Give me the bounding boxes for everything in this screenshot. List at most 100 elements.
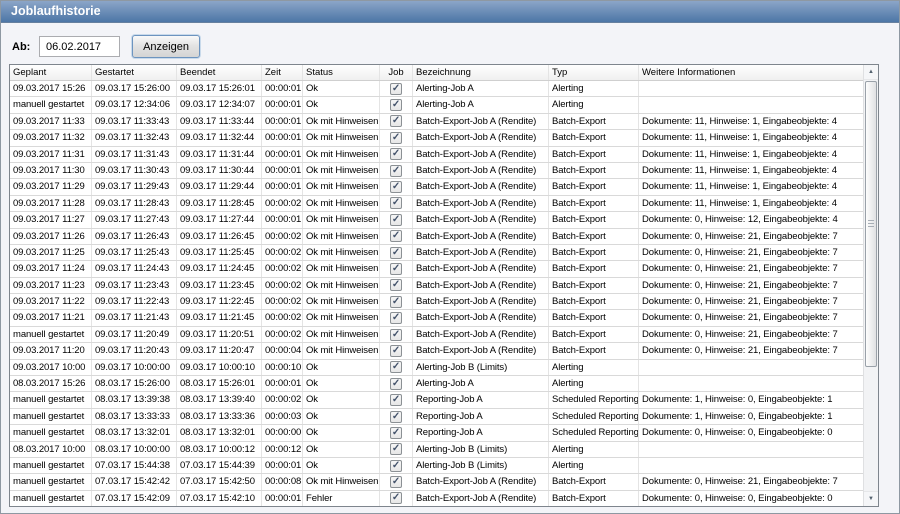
table-row[interactable]: manuell gestartet08.03.17 13:39:3808.03.… [10, 392, 863, 408]
job-checkbox[interactable]: ✓ [390, 345, 402, 357]
cell-status: Ok mit Hinweisen [303, 245, 380, 260]
table-row[interactable]: 09.03.2017 11:2509.03.17 11:25:4309.03.1… [10, 245, 863, 261]
job-checkbox[interactable]: ✓ [390, 427, 402, 439]
cell-typ: Alerting [549, 442, 639, 457]
job-checkbox[interactable]: ✓ [390, 394, 402, 406]
scrollbar-thumb[interactable] [865, 81, 877, 367]
cell-bezeichnung: Batch-Export-Job A (Rendite) [413, 261, 549, 276]
table-row[interactable]: manuell gestartet07.03.17 15:44:3807.03.… [10, 458, 863, 474]
job-checkbox[interactable]: ✓ [390, 411, 402, 423]
cell-bezeichnung: Batch-Export-Job A (Rendite) [413, 278, 549, 293]
cell-info: Dokumente: 0, Hinweise: 21, Eingabeobjek… [639, 245, 863, 260]
cell-typ: Batch-Export [549, 294, 639, 309]
table-row[interactable]: manuell gestartet07.03.17 15:42:0907.03.… [10, 491, 863, 506]
cell-typ: Alerting [549, 458, 639, 473]
table-row[interactable]: 09.03.2017 11:2209.03.17 11:22:4309.03.1… [10, 294, 863, 310]
cell-bezeichnung: Batch-Export-Job A (Rendite) [413, 229, 549, 244]
job-checkbox[interactable]: ✓ [390, 476, 402, 488]
column-header-status[interactable]: Status [303, 65, 380, 80]
table-row[interactable]: 09.03.2017 11:2009.03.17 11:20:4309.03.1… [10, 343, 863, 359]
cell-typ: Scheduled Reporting [549, 409, 639, 424]
table-body: 09.03.2017 15:2609.03.17 15:26:0009.03.1… [10, 81, 863, 506]
vertical-scrollbar[interactable]: ▲ ▼ [863, 65, 878, 506]
table-row[interactable]: 09.03.2017 11:2309.03.17 11:23:4309.03.1… [10, 278, 863, 294]
cell-bezeichnung: Batch-Export-Job A (Rendite) [413, 294, 549, 309]
cell-job: ✓ [380, 360, 413, 375]
column-header-geplant[interactable]: Geplant [10, 65, 92, 80]
job-checkbox[interactable]: ✓ [390, 165, 402, 177]
job-checkbox[interactable]: ✓ [390, 132, 402, 144]
job-checkbox[interactable]: ✓ [390, 148, 402, 160]
column-header-info[interactable]: Weitere Informationen [639, 65, 863, 80]
job-checkbox[interactable]: ✓ [390, 378, 402, 390]
job-checkbox[interactable]: ✓ [390, 115, 402, 127]
job-checkbox[interactable]: ✓ [390, 214, 402, 226]
table-row[interactable]: 09.03.2017 11:3009.03.17 11:30:4309.03.1… [10, 163, 863, 179]
table-row[interactable]: 08.03.2017 10:0008.03.17 10:00:0008.03.1… [10, 442, 863, 458]
scroll-down-icon[interactable]: ▼ [864, 491, 878, 506]
job-checkbox[interactable]: ✓ [390, 279, 402, 291]
cell-typ: Batch-Export [549, 343, 639, 358]
cell-status: Ok mit Hinweisen [303, 278, 380, 293]
cell-info: Dokumente: 0, Hinweise: 21, Eingabeobjek… [639, 310, 863, 325]
table-row[interactable]: manuell gestartet09.03.17 11:20:4909.03.… [10, 327, 863, 343]
table-row[interactable]: 09.03.2017 10:0009.03.17 10:00:0009.03.1… [10, 360, 863, 376]
job-checkbox[interactable]: ✓ [390, 99, 402, 111]
table-row[interactable]: 09.03.2017 11:2109.03.17 11:21:4309.03.1… [10, 310, 863, 326]
cell-status: Ok mit Hinweisen [303, 310, 380, 325]
column-header-typ[interactable]: Typ [549, 65, 639, 80]
job-checkbox[interactable]: ✓ [390, 492, 402, 504]
cell-status: Ok [303, 81, 380, 96]
job-checkbox[interactable]: ✓ [390, 329, 402, 341]
cell-typ: Batch-Export [549, 261, 639, 276]
table-row[interactable]: 09.03.2017 11:2809.03.17 11:28:4309.03.1… [10, 196, 863, 212]
cell-beendet: 09.03.17 10:00:10 [177, 360, 262, 375]
cell-job: ✓ [380, 278, 413, 293]
table-row[interactable]: 09.03.2017 11:3109.03.17 11:31:4309.03.1… [10, 147, 863, 163]
cell-gestartet: 09.03.17 11:20:49 [92, 327, 177, 342]
table-row[interactable]: 09.03.2017 15:2609.03.17 15:26:0009.03.1… [10, 81, 863, 97]
job-checkbox[interactable]: ✓ [390, 296, 402, 308]
job-checkbox[interactable]: ✓ [390, 312, 402, 324]
column-header-bezeichnung[interactable]: Bezeichnung [413, 65, 549, 80]
table-row[interactable]: manuell gestartet08.03.17 13:33:3308.03.… [10, 409, 863, 425]
table-row[interactable]: 09.03.2017 11:3209.03.17 11:32:4309.03.1… [10, 130, 863, 146]
cell-job: ✓ [380, 294, 413, 309]
job-checkbox[interactable]: ✓ [390, 263, 402, 275]
cell-typ: Batch-Export [549, 130, 639, 145]
table-row[interactable]: 09.03.2017 11:2609.03.17 11:26:4309.03.1… [10, 229, 863, 245]
job-checkbox[interactable]: ✓ [390, 230, 402, 242]
cell-typ: Batch-Export [549, 310, 639, 325]
table-row[interactable]: 09.03.2017 11:2909.03.17 11:29:4309.03.1… [10, 179, 863, 195]
column-header-gestartet[interactable]: Gestartet [92, 65, 177, 80]
table-row[interactable]: 09.03.2017 11:2409.03.17 11:24:4309.03.1… [10, 261, 863, 277]
cell-bezeichnung: Alerting-Job A [413, 376, 549, 391]
cell-gestartet: 09.03.17 10:00:00 [92, 360, 177, 375]
job-checkbox[interactable]: ✓ [390, 460, 402, 472]
column-header-job[interactable]: Job [380, 65, 413, 80]
table-row[interactable]: manuell gestartet07.03.17 15:42:4207.03.… [10, 474, 863, 490]
cell-job: ✓ [380, 491, 413, 506]
column-header-beendet[interactable]: Beendet [177, 65, 262, 80]
scroll-up-icon[interactable]: ▲ [864, 65, 878, 80]
column-header-zeit[interactable]: Zeit [262, 65, 303, 80]
cell-beendet: 09.03.17 11:32:44 [177, 130, 262, 145]
cell-bezeichnung: Alerting-Job B (Limits) [413, 442, 549, 457]
table-row[interactable]: 09.03.2017 11:2709.03.17 11:27:4309.03.1… [10, 212, 863, 228]
job-checkbox[interactable]: ✓ [390, 247, 402, 259]
table-row[interactable]: manuell gestartet08.03.17 13:32:0108.03.… [10, 425, 863, 441]
date-from-input[interactable] [39, 36, 120, 57]
job-checkbox[interactable]: ✓ [390, 83, 402, 95]
table-row[interactable]: manuell gestartet09.03.17 12:34:0609.03.… [10, 97, 863, 113]
cell-gestartet: 09.03.17 11:27:43 [92, 212, 177, 227]
job-checkbox[interactable]: ✓ [390, 443, 402, 455]
job-checkbox[interactable]: ✓ [390, 181, 402, 193]
show-button[interactable]: Anzeigen [132, 35, 200, 58]
cell-zeit: 00:00:08 [262, 474, 303, 489]
job-checkbox[interactable]: ✓ [390, 361, 402, 373]
job-checkbox[interactable]: ✓ [390, 197, 402, 209]
table-row[interactable]: 09.03.2017 11:3309.03.17 11:33:4309.03.1… [10, 114, 863, 130]
table-row[interactable]: 08.03.2017 15:2608.03.17 15:26:0008.03.1… [10, 376, 863, 392]
cell-info [639, 442, 863, 457]
job-history-grid: GeplantGestartetBeendetZeitStatusJobBeze… [9, 64, 879, 507]
